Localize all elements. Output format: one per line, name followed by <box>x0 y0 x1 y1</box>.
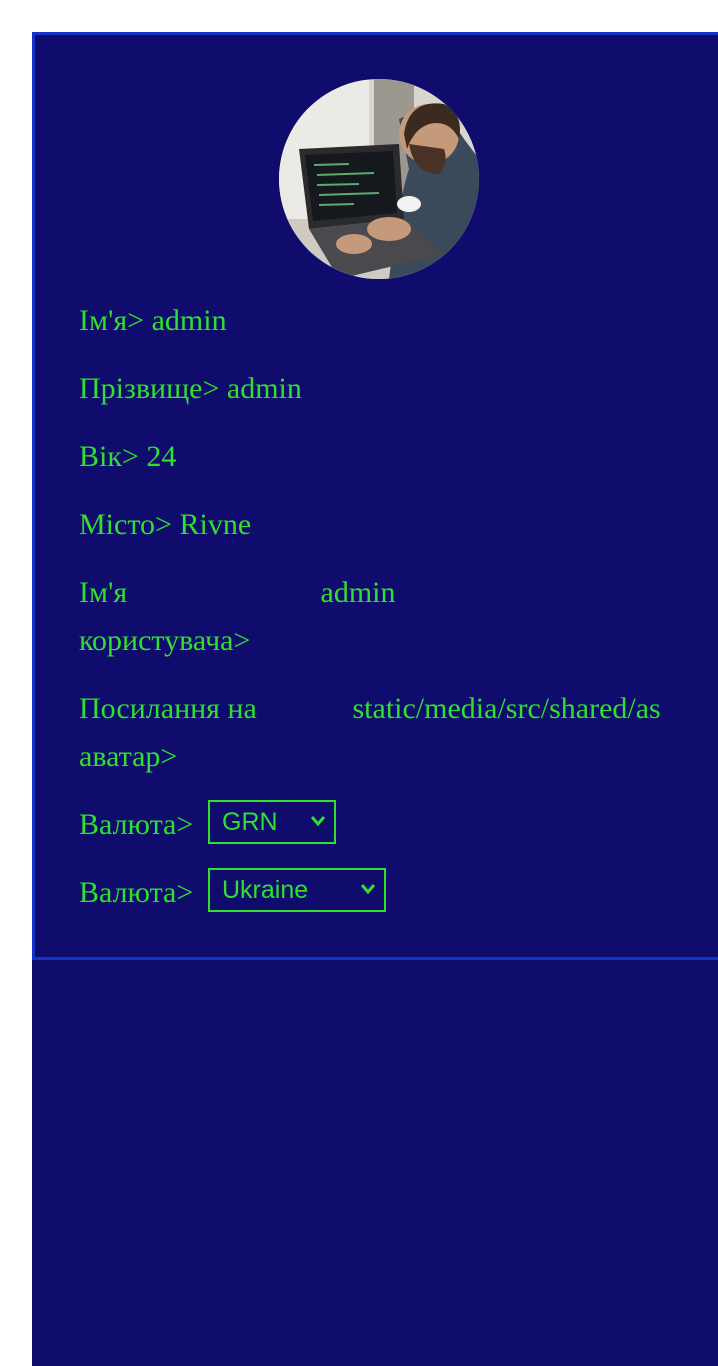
field-city: Місто> Rivne <box>79 501 251 549</box>
country-select[interactable]: Ukraine <box>208 868 386 912</box>
field-avatar-link-label-line2: аватар> <box>79 740 178 773</box>
currency-select-value: GRN <box>222 808 278 836</box>
chevron-down-icon <box>360 884 376 895</box>
avatar-photo <box>279 79 479 279</box>
field-country-label: Валюта> <box>79 876 194 909</box>
field-username: Ім'я користувача> admin <box>79 569 679 665</box>
field-avatar-link-label: Посилання на аватар> <box>79 685 269 781</box>
avatar <box>279 79 479 279</box>
country-select-value: Ukraine <box>222 876 309 904</box>
field-name-label: Ім'я> <box>79 304 145 337</box>
field-surname-value: admin <box>226 372 302 405</box>
field-city-value: Rivne <box>179 508 252 541</box>
chevron-down-icon <box>310 816 326 827</box>
field-username-value: admin <box>320 576 396 609</box>
profile-card: Ім'я> admin Прізвище> admin Вік> 24 Міст… <box>32 32 718 960</box>
field-surname: Прізвище> admin <box>79 365 302 413</box>
field-age-value: 24 <box>146 440 177 473</box>
field-name: Ім'я> admin <box>79 297 227 345</box>
field-currency-label: Валюта> <box>79 808 194 841</box>
field-age: Вік> 24 <box>79 433 176 481</box>
field-avatar-link: Посилання на аватар> static/media/src/sh… <box>79 685 679 781</box>
field-age-label: Вік> <box>79 440 139 473</box>
field-username-label: Ім'я користувача> <box>79 569 269 665</box>
field-surname-label: Прізвище> <box>79 372 220 405</box>
currency-select[interactable]: GRN <box>208 800 336 844</box>
field-city-label: Місто> <box>79 508 172 541</box>
field-username-label-line2: користувача> <box>79 624 251 657</box>
field-name-value: admin <box>151 304 227 337</box>
field-avatar-link-label-line1: Посилання на <box>79 692 257 725</box>
page-background: Ім'я> admin Прізвище> admin Вік> 24 Міст… <box>32 32 718 1366</box>
field-username-label-line1: Ім'я <box>79 576 128 609</box>
field-avatar-link-value: static/media/src/shared/as <box>352 692 661 725</box>
